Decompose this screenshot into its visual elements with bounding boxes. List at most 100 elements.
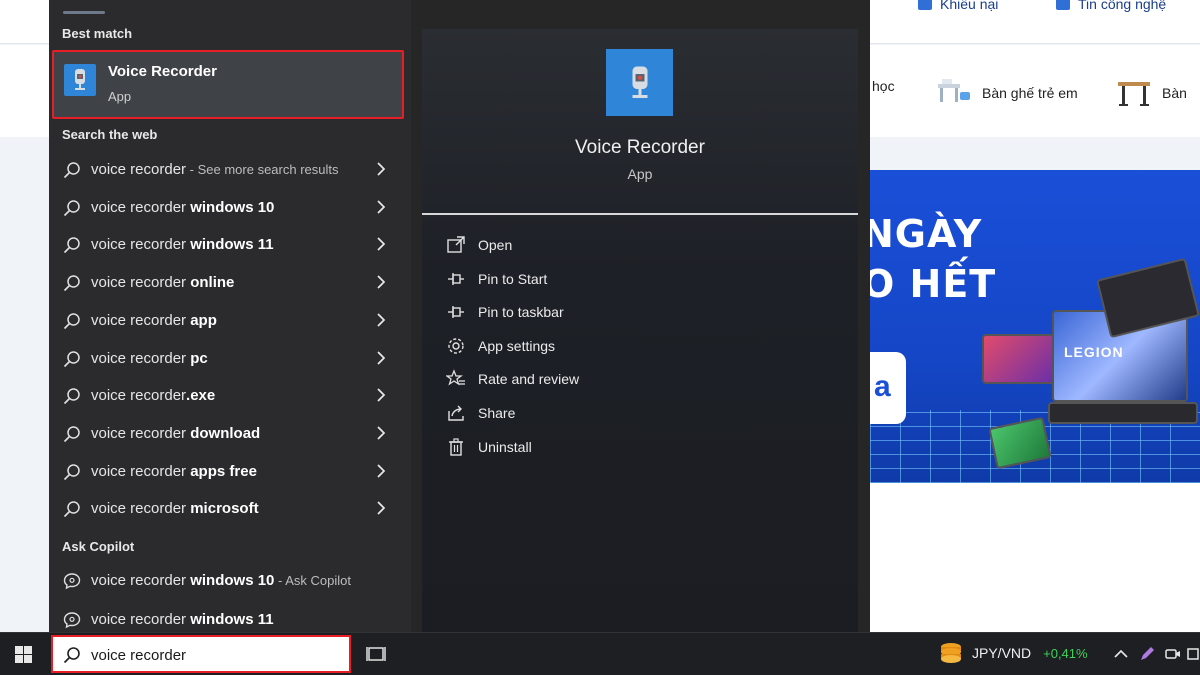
chevron-right-icon[interactable] xyxy=(376,313,386,327)
search-result-label: voice recorder - See more search results xyxy=(91,161,339,178)
search-result-label: voice recorder pc xyxy=(91,350,208,367)
action-open[interactable]: Open xyxy=(446,233,512,257)
search-icon xyxy=(63,500,81,518)
windows-logo-icon xyxy=(15,646,32,663)
currency-widget[interactable]: JPY/VND +0,41% xyxy=(938,641,1088,665)
action-rate-and-review[interactable]: Rate and review xyxy=(445,367,579,391)
search-icon xyxy=(63,161,81,179)
query-suffix: - Ask Copilot xyxy=(274,573,351,588)
search-result-label: voice recorder app xyxy=(91,312,217,329)
search-result-item[interactable]: voice recorder microsoft xyxy=(49,490,411,527)
top-link-complaint[interactable]: Khiếu nại xyxy=(918,0,998,12)
chevron-right-icon[interactable] xyxy=(376,463,386,478)
trash-icon xyxy=(446,437,466,457)
task-view-button[interactable] xyxy=(366,644,386,664)
category-item-kids-furniture[interactable]: Bàn ghế trẻ em xyxy=(936,78,1078,108)
laptop-image xyxy=(982,334,1056,384)
banner-brand-text: LEGION xyxy=(1064,344,1124,360)
top-link-tech-news[interactable]: Tin công nghệ xyxy=(1056,0,1166,12)
query-suggestion: apps free xyxy=(190,462,257,480)
query-suggestion: windows 10 xyxy=(190,572,275,589)
currency-change: +0,41% xyxy=(1043,645,1088,661)
query-prefix: voice recorder xyxy=(91,610,191,628)
taskbar-search-box[interactable]: voice recorder xyxy=(51,635,351,673)
chevron-right-icon[interactable] xyxy=(376,501,386,515)
search-icon xyxy=(63,387,81,405)
action-pin-to-taskbar[interactable]: Pin to taskbar xyxy=(446,300,564,324)
search-result-label: voice recorder apps free xyxy=(91,463,257,480)
top-link-label: Khiếu nại xyxy=(940,0,999,12)
detail-app-type: App xyxy=(627,166,653,182)
banner-headline-line: NGÀY xyxy=(862,212,983,256)
query-suggestion: download xyxy=(190,424,261,442)
chevron-right-icon[interactable] xyxy=(376,426,386,440)
action-label: App settings xyxy=(478,337,556,354)
category-label: Bàn xyxy=(1162,85,1187,101)
chevron-up-icon[interactable] xyxy=(1112,645,1130,663)
panel-handle xyxy=(63,11,105,14)
category-item-study[interactable]: học xyxy=(872,78,895,94)
chevron-right-icon[interactable] xyxy=(376,388,386,402)
search-result-item[interactable]: voice recorder pc xyxy=(49,340,411,377)
search-result-item[interactable]: voice recorder - See more search results xyxy=(49,151,411,188)
search-input[interactable]: voice recorder xyxy=(91,647,186,664)
taskbar: voice recorder JPY/VND +0,41% xyxy=(0,632,1200,675)
tray-overflow-icon[interactable] xyxy=(1186,645,1200,663)
query-suggestion: online xyxy=(190,274,235,292)
search-result-item[interactable]: voice recorder windows 10 xyxy=(49,189,411,226)
query-prefix: voice recorder xyxy=(91,424,191,442)
search-result-item[interactable]: voice recorder app xyxy=(49,302,411,339)
search-icon xyxy=(63,463,81,481)
copilot-icon xyxy=(63,611,81,629)
search-result-item[interactable]: voice recorder windows 11 xyxy=(49,226,411,263)
search-icon xyxy=(63,425,81,443)
standing-desk-icon xyxy=(1116,78,1152,108)
search-result-label: voice recorder windows 10 xyxy=(91,199,274,216)
start-button[interactable] xyxy=(10,643,36,667)
query-prefix: voice recorder xyxy=(91,349,191,367)
query-prefix: voice recorder xyxy=(91,387,187,405)
banner-cta-button[interactable]: a xyxy=(870,352,906,424)
search-result-item[interactable]: voice recorder apps free xyxy=(49,453,411,490)
query-suggestion: pc xyxy=(190,349,208,367)
copilot-icon xyxy=(63,572,81,590)
action-label: Pin to taskbar xyxy=(478,304,564,321)
task-view-icon xyxy=(366,647,386,661)
chevron-right-icon[interactable] xyxy=(376,350,386,365)
search-web-heading: Search the web xyxy=(62,127,158,142)
action-label: Uninstall xyxy=(478,438,532,455)
query-suggestion: .exe xyxy=(186,387,216,405)
banner-headline-line: O HẾT xyxy=(862,262,997,306)
action-app-settings[interactable]: App settings xyxy=(446,334,555,358)
star-icon xyxy=(445,369,466,389)
chevron-right-icon[interactable] xyxy=(376,275,386,289)
camera-icon[interactable] xyxy=(1164,645,1182,663)
search-result-item[interactable]: voice recorder windows 10 - Ask Copilot xyxy=(49,562,411,599)
search-result-label: voice recorder download xyxy=(91,425,260,442)
chevron-right-icon[interactable] xyxy=(376,162,386,176)
gear-icon xyxy=(446,336,466,356)
action-pin-to-start[interactable]: Pin to Start xyxy=(446,267,547,291)
pen-icon[interactable] xyxy=(1138,645,1156,663)
search-result-item[interactable]: voice recorder online xyxy=(49,264,411,301)
search-result-label: voice recorder windows 11 xyxy=(91,236,274,253)
action-label: Open xyxy=(478,237,513,253)
voice-recorder-icon xyxy=(64,64,96,96)
search-result-label: voice recorder windows 10 - Ask Copilot xyxy=(91,572,351,589)
search-result-item[interactable]: voice recorder download xyxy=(49,415,411,452)
search-icon xyxy=(63,274,81,292)
chevron-right-icon[interactable] xyxy=(376,237,386,251)
app-type: App xyxy=(108,89,132,104)
category-label: Bàn ghế trẻ em xyxy=(982,85,1078,101)
search-icon xyxy=(63,236,81,254)
share-icon xyxy=(446,403,466,423)
search-icon xyxy=(63,199,81,217)
search-result-item[interactable]: voice recorder.exe xyxy=(49,377,411,414)
action-share[interactable]: Share xyxy=(446,401,515,425)
category-item-desk[interactable]: Bàn xyxy=(1116,78,1187,108)
best-match-voice-recorder[interactable]: Voice Recorder App xyxy=(52,50,404,119)
query-prefix: voice recorder xyxy=(91,500,191,518)
action-uninstall[interactable]: Uninstall xyxy=(446,435,532,459)
open-icon xyxy=(446,235,466,255)
chevron-right-icon[interactable] xyxy=(376,200,386,214)
